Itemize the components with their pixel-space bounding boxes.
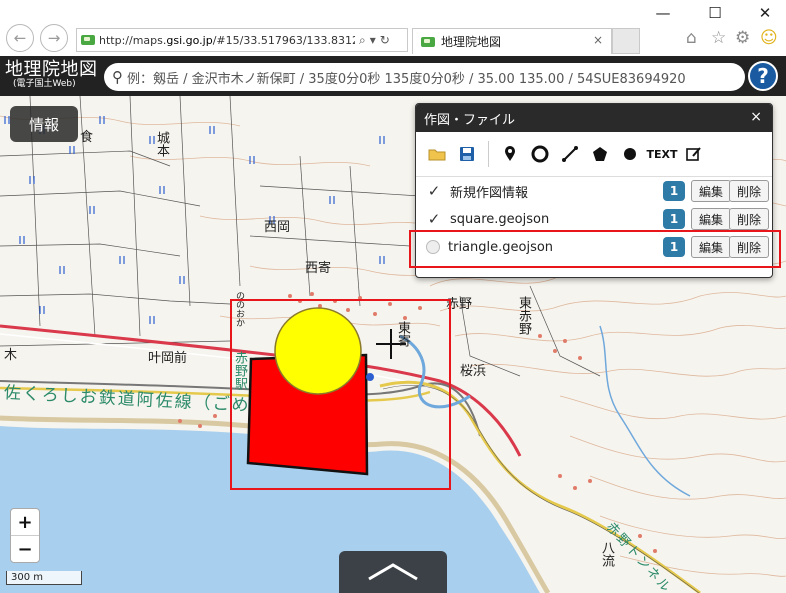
search-placeholder: 例：剱岳 / 金沢市木ノ新保町 / 35度0分0秒 135度0分0秒 / 35.… (127, 71, 686, 87)
filled-circle-icon (624, 148, 636, 160)
draw-circle-button[interactable] (525, 139, 555, 169)
help-button[interactable]: ? (748, 61, 778, 91)
map-label-higashiakano: 東赤野 (516, 296, 531, 335)
delete-layer-button[interactable]: 削除 (729, 180, 769, 202)
panel-close-button[interactable]: × (750, 109, 762, 125)
new-tab-button[interactable] (612, 28, 640, 54)
draw-marker-button[interactable] (495, 139, 525, 169)
map-pin-icon (505, 146, 515, 161)
draw-polygon-button[interactable] (585, 139, 615, 169)
address-bar[interactable]: http://maps.gsi.go.jp/#15/33.517963/133.… (76, 28, 408, 52)
layer-name: 新規作図情報 (450, 185, 529, 201)
tab-favicon-icon (421, 36, 435, 47)
tab-title: 地理院地図 (441, 35, 502, 49)
floppy-disk-icon (460, 147, 474, 161)
gsi-logo[interactable]: 地理院地図 (電子国土Web) (5, 61, 98, 89)
checked-icon[interactable]: ✓ (426, 182, 442, 200)
map-label-nishiyose: 西寄 (305, 261, 332, 276)
chevron-up-icon (368, 563, 418, 581)
pentagon-icon (593, 147, 607, 161)
browser-chrome: — ☐ ✕ ← → http://maps.gsi.go.jp/#15/33.5… (0, 0, 786, 57)
search-magnifier-icon: ⚲ (112, 68, 123, 86)
window-minimize-button[interactable]: — (648, 4, 678, 22)
edit-pencil-icon (686, 147, 701, 161)
checked-icon[interactable]: ✓ (426, 210, 442, 228)
smiley-feedback-icon[interactable]: ☺ (760, 28, 778, 48)
feature-count-badge: 1 (663, 209, 685, 229)
refresh-icon[interactable]: ↻ (380, 33, 390, 47)
browser-tab[interactable]: 地理院地図 × (412, 28, 612, 54)
save-button[interactable] (452, 139, 482, 169)
draw-point-button[interactable] (615, 139, 645, 169)
gsi-header: 地理院地図 (電子国土Web) ⚲ 例：剱岳 / 金沢市木ノ新保町 / 35度0… (0, 56, 786, 96)
scale-bar: 300 m (6, 571, 82, 585)
panel-header: 作図・ファイル × (416, 104, 772, 132)
open-file-button[interactable] (422, 139, 452, 169)
address-url: http://maps.gsi.go.jp/#15/33.517963/133.… (99, 33, 355, 47)
draw-text-button[interactable]: TEXT (645, 139, 679, 169)
draw-toolbar: TEXT (416, 132, 772, 177)
edit-layer-button[interactable]: 編集 (691, 208, 731, 230)
feature-count-badge: 1 (663, 181, 685, 201)
window-maximize-button[interactable]: ☐ (700, 4, 730, 22)
map-label-shoku: 食 (80, 130, 94, 145)
toolbar-divider (488, 141, 489, 167)
zoom-control: + − (10, 508, 40, 563)
map-label-hachiryu: 八流 (599, 541, 614, 567)
edit-drawing-button[interactable] (679, 139, 709, 169)
panel-title: 作図・ファイル (424, 112, 516, 128)
map-label-ki: 木 (4, 348, 18, 363)
info-button[interactable]: 情報 (10, 106, 78, 142)
delete-layer-button[interactable]: 削除 (729, 208, 769, 230)
window-close-button[interactable]: ✕ (750, 4, 780, 22)
circle-outline-icon (531, 145, 549, 163)
forward-button[interactable]: → (40, 24, 68, 52)
map-label-hanoma: 叶岡前 (148, 351, 188, 366)
edit-layer-button[interactable]: 編集 (691, 180, 731, 202)
selection-highlight-row (409, 230, 781, 268)
line-icon (562, 146, 578, 162)
back-button[interactable]: ← (6, 24, 34, 52)
map-label-sakurahama: 桜浜 (460, 364, 487, 379)
layer-row[interactable]: ✓ 新規作図情報 1 編集 削除 (416, 177, 772, 205)
layer-row[interactable]: ✓ square.geojson 1 編集 削除 (416, 205, 772, 233)
map-label-shiro: 城本 (154, 131, 169, 157)
favorites-star-icon[interactable]: ☆ (711, 28, 726, 48)
dropdown-icon[interactable]: ▾ (370, 33, 376, 47)
settings-gear-icon[interactable]: ⚙ (735, 28, 750, 48)
home-icon[interactable]: ⌂ (686, 28, 697, 48)
arrow-left-icon: ← (13, 29, 27, 47)
bottom-expand-button[interactable] (339, 551, 447, 593)
map-label-nishioka: 西岡 (264, 220, 291, 235)
draw-line-button[interactable] (555, 139, 585, 169)
folder-icon (428, 149, 446, 161)
place-search-input[interactable]: ⚲ 例：剱岳 / 金沢市木ノ新保町 / 35度0分0秒 135度0分0秒 / 3… (104, 63, 745, 91)
arrow-right-icon: → (47, 29, 61, 47)
site-favicon-icon (81, 35, 95, 45)
tab-close-button[interactable]: × (593, 33, 603, 47)
zoom-out-button[interactable]: − (11, 535, 39, 562)
selection-highlight-map (230, 299, 451, 490)
zoom-in-button[interactable]: + (11, 509, 39, 535)
search-icon[interactable]: ⌕ (359, 33, 366, 48)
layer-name: square.geojson (450, 211, 550, 227)
